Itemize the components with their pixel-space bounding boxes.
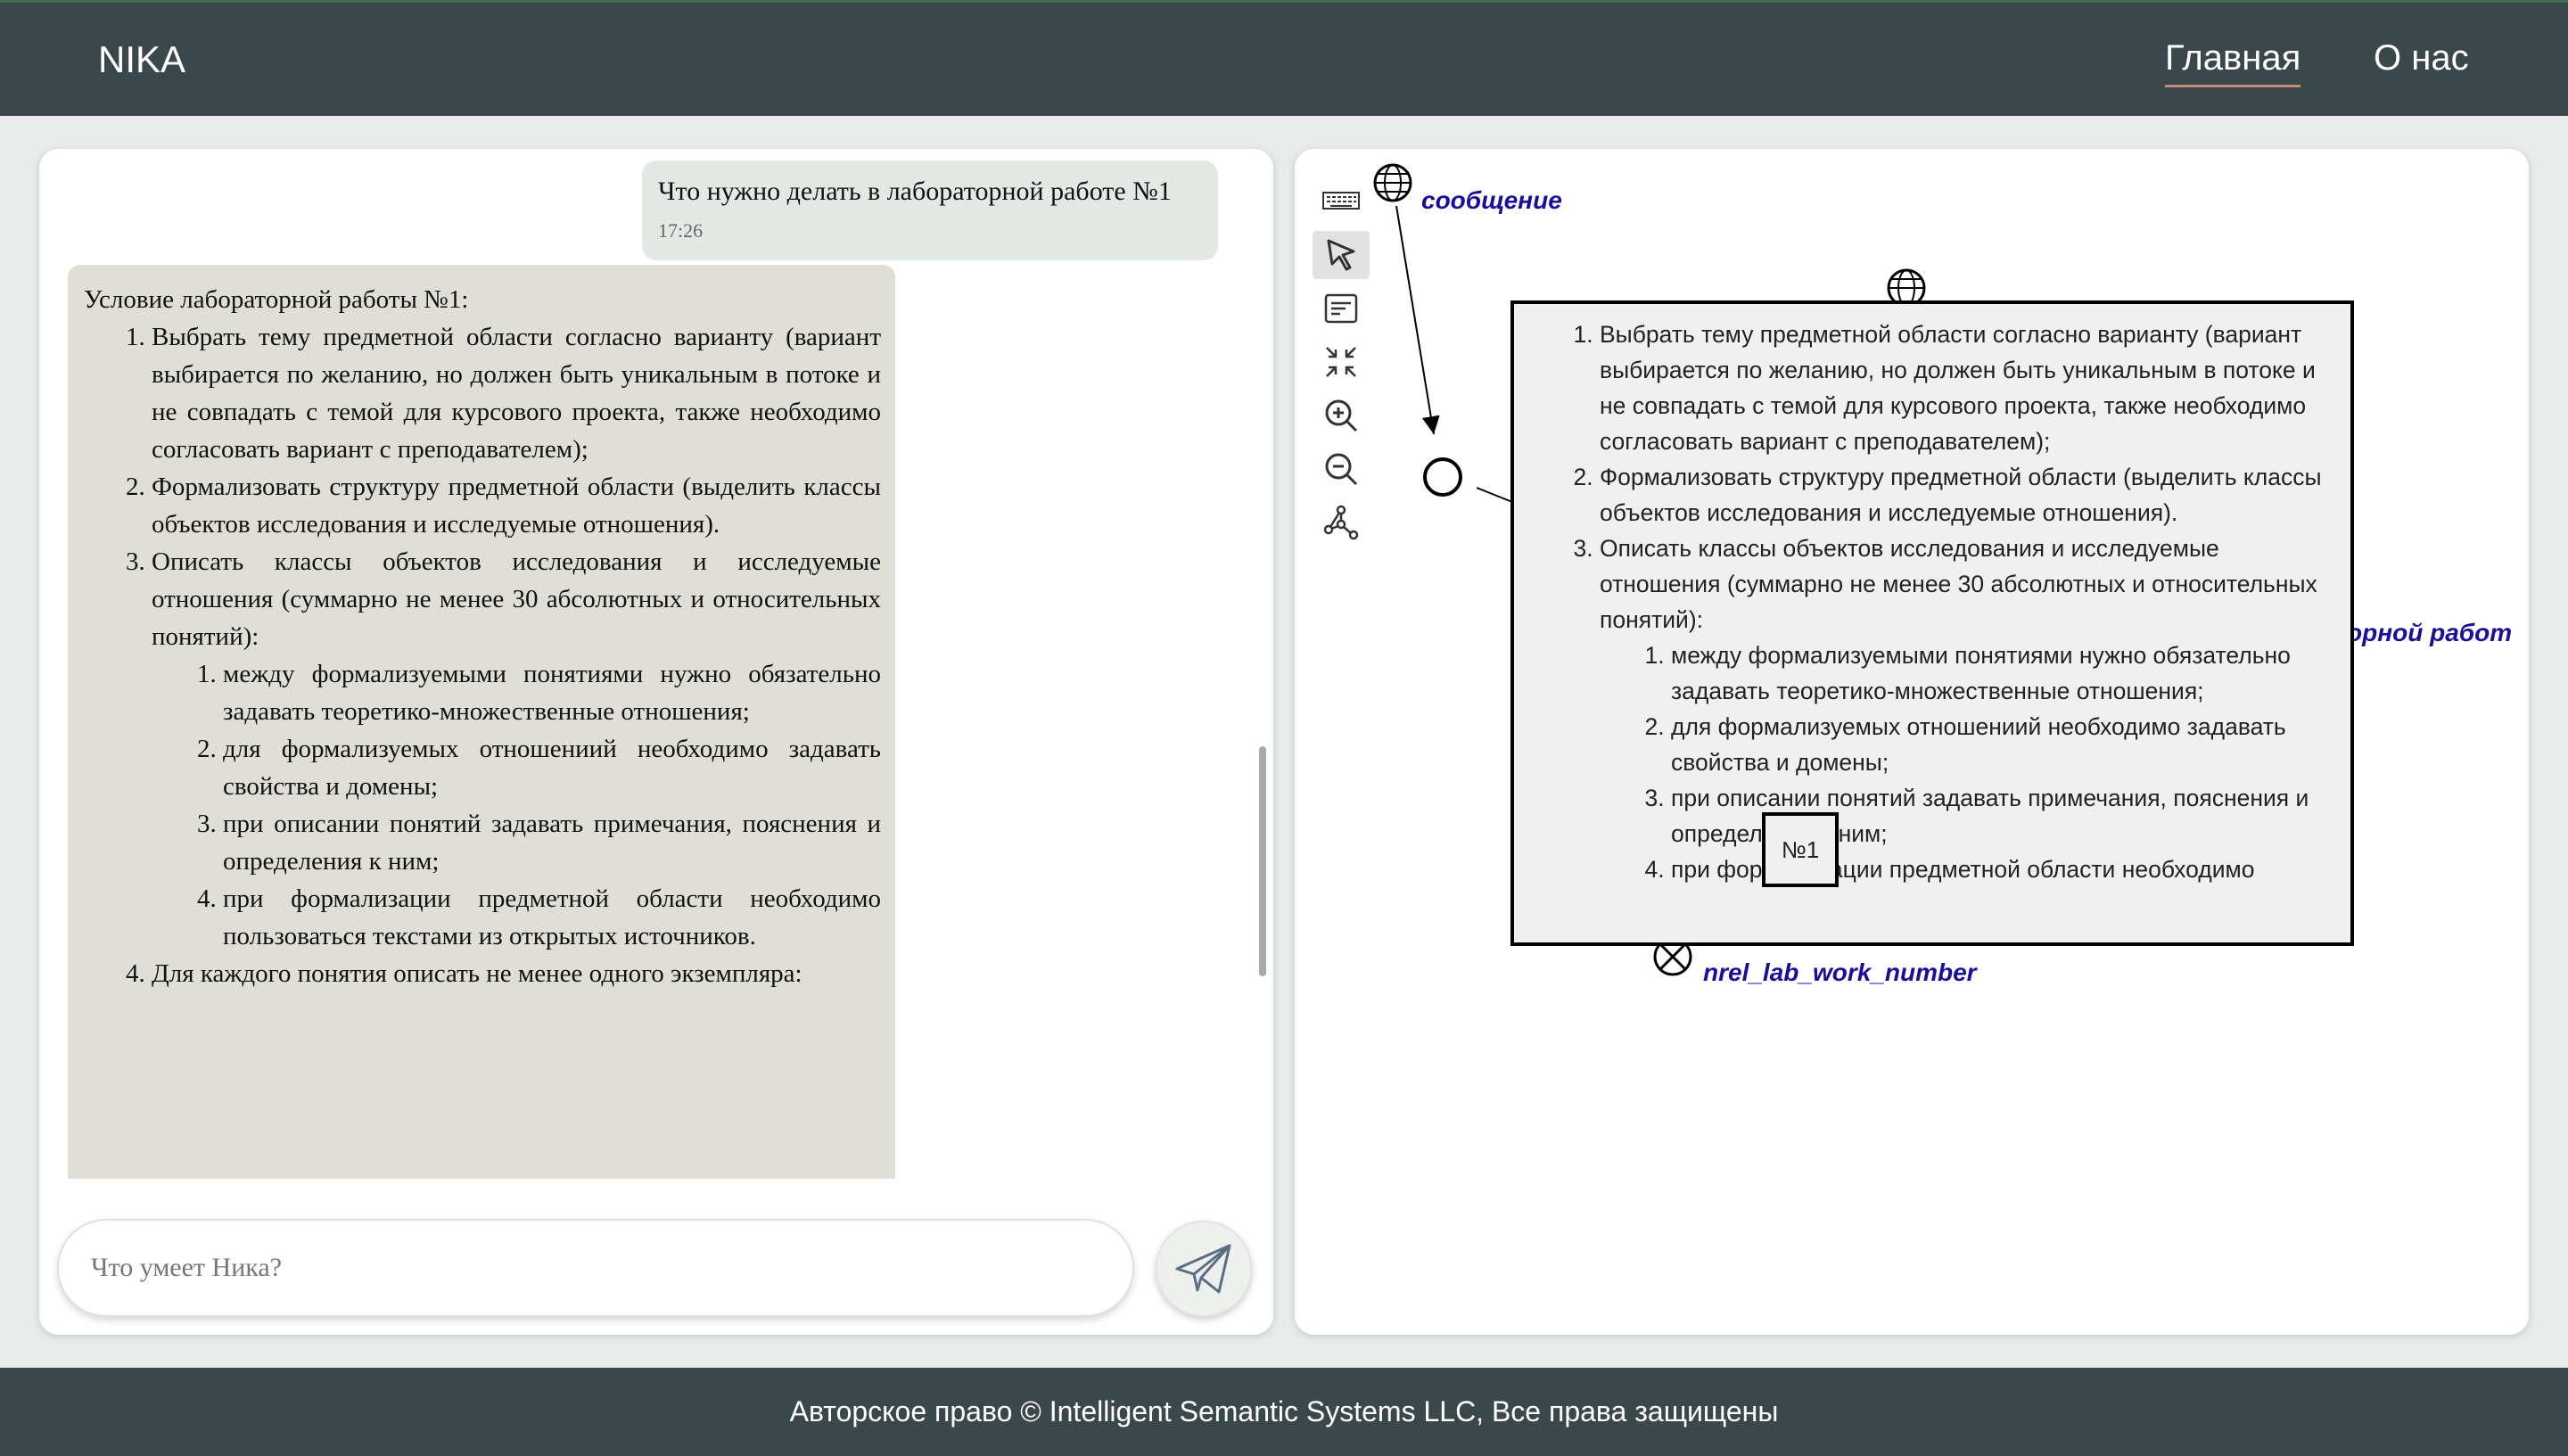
footer-copyright: Авторское право © Intelligent Semantic S… [0, 1368, 2568, 1456]
popup-task-list: Выбрать тему предметной области согласно… [1550, 317, 2338, 887]
text-view-button[interactable] [1313, 284, 1370, 333]
nav-about-link[interactable]: О нас [2374, 38, 2469, 78]
graph-panel: сообщение орной работ nrel_lab_work_numb… [1295, 149, 2529, 1335]
text-view-icon [1324, 293, 1358, 324]
graph-edge [1476, 487, 1513, 503]
list-item: Описать классы объектов исследования и и… [152, 543, 881, 955]
graph-node[interactable] [1423, 457, 1462, 497]
collapse-icon [1326, 347, 1356, 377]
pointer-icon [1327, 239, 1355, 271]
popup-subtask-list: между формализуемыми понятиями нужно обя… [1600, 638, 2338, 887]
list-item: Формализовать структуру предметной облас… [152, 468, 881, 543]
zoom-in-icon [1325, 399, 1358, 432]
zoom-in-button[interactable] [1313, 391, 1370, 440]
send-icon [1175, 1244, 1231, 1294]
list-item-text: Описать классы объектов исследования и и… [152, 547, 881, 651]
nav-home-link[interactable]: Главная [2165, 38, 2301, 87]
user-message-time: 17:26 [658, 219, 704, 242]
lab-work-node-label: орной работ [2347, 619, 2513, 646]
list-item: Формализовать структуру предметной облас… [1600, 459, 2338, 531]
list-item: для формализуемых отношениий необходимо … [1671, 709, 2338, 780]
graph-layout-icon [1323, 505, 1359, 540]
chat-panel: Что нужно делать в лабораторной работе №… [39, 149, 1273, 1335]
list-item: Выбрать тему предметной области согласно… [1600, 317, 2338, 459]
zoom-out-button[interactable] [1313, 445, 1370, 493]
list-item: между формализуемыми понятиями нужно обя… [223, 655, 881, 730]
globe-node-icon[interactable] [1373, 163, 1412, 202]
user-message-bubble: Что нужно делать в лабораторной работе №… [642, 160, 1218, 260]
relation-node-label: nrel_lab_work_number [1703, 958, 1977, 986]
top-navbar: NIKA Главная О нас [0, 0, 2568, 116]
list-item: Выбрать тему предметной области согласно… [152, 318, 881, 468]
graph-edge [1395, 205, 1440, 435]
list-item: Для каждого понятия описать не менее одн… [152, 955, 881, 992]
chat-scrollbar[interactable] [1259, 746, 1266, 976]
zoom-out-icon [1325, 453, 1358, 486]
keyboard-button[interactable] [1313, 176, 1370, 224]
list-item: при формализации предметной области необ… [223, 880, 881, 955]
list-item: для формализуемых отношениий необходимо … [223, 730, 881, 805]
collapse-button[interactable] [1313, 338, 1370, 386]
content-popup[interactable]: Выбрать тему предметной области согласно… [1510, 300, 2354, 946]
bot-message-title: Условие лабораторной работы №1: [84, 285, 469, 314]
message-node-label: сообщение [1421, 186, 1562, 214]
pointer-button[interactable] [1313, 231, 1370, 279]
number-node-box[interactable]: №1 [1762, 812, 1839, 887]
keyboard-icon [1322, 192, 1360, 210]
user-message-text: Что нужно делать в лабораторной работе №… [658, 177, 1172, 206]
bot-message-bubble: Условие лабораторной работы №1: Выбрать … [68, 265, 895, 1179]
list-item: при описании понятий задавать примечания… [223, 805, 881, 880]
list-item-text: Описать классы объектов исследования и и… [1600, 535, 2317, 633]
send-button[interactable] [1156, 1221, 1252, 1317]
chat-input[interactable] [57, 1219, 1134, 1317]
list-item: Описать классы объектов исследования и и… [1600, 531, 2338, 887]
bot-task-list: Выбрать тему предметной области согласно… [84, 318, 881, 992]
bot-subtask-list: между формализуемыми понятиями нужно обя… [152, 655, 881, 955]
brand-logo[interactable]: NIKA [98, 38, 185, 81]
list-item: между формализуемыми понятиями нужно обя… [1671, 638, 2338, 709]
layout-button[interactable] [1313, 498, 1370, 547]
